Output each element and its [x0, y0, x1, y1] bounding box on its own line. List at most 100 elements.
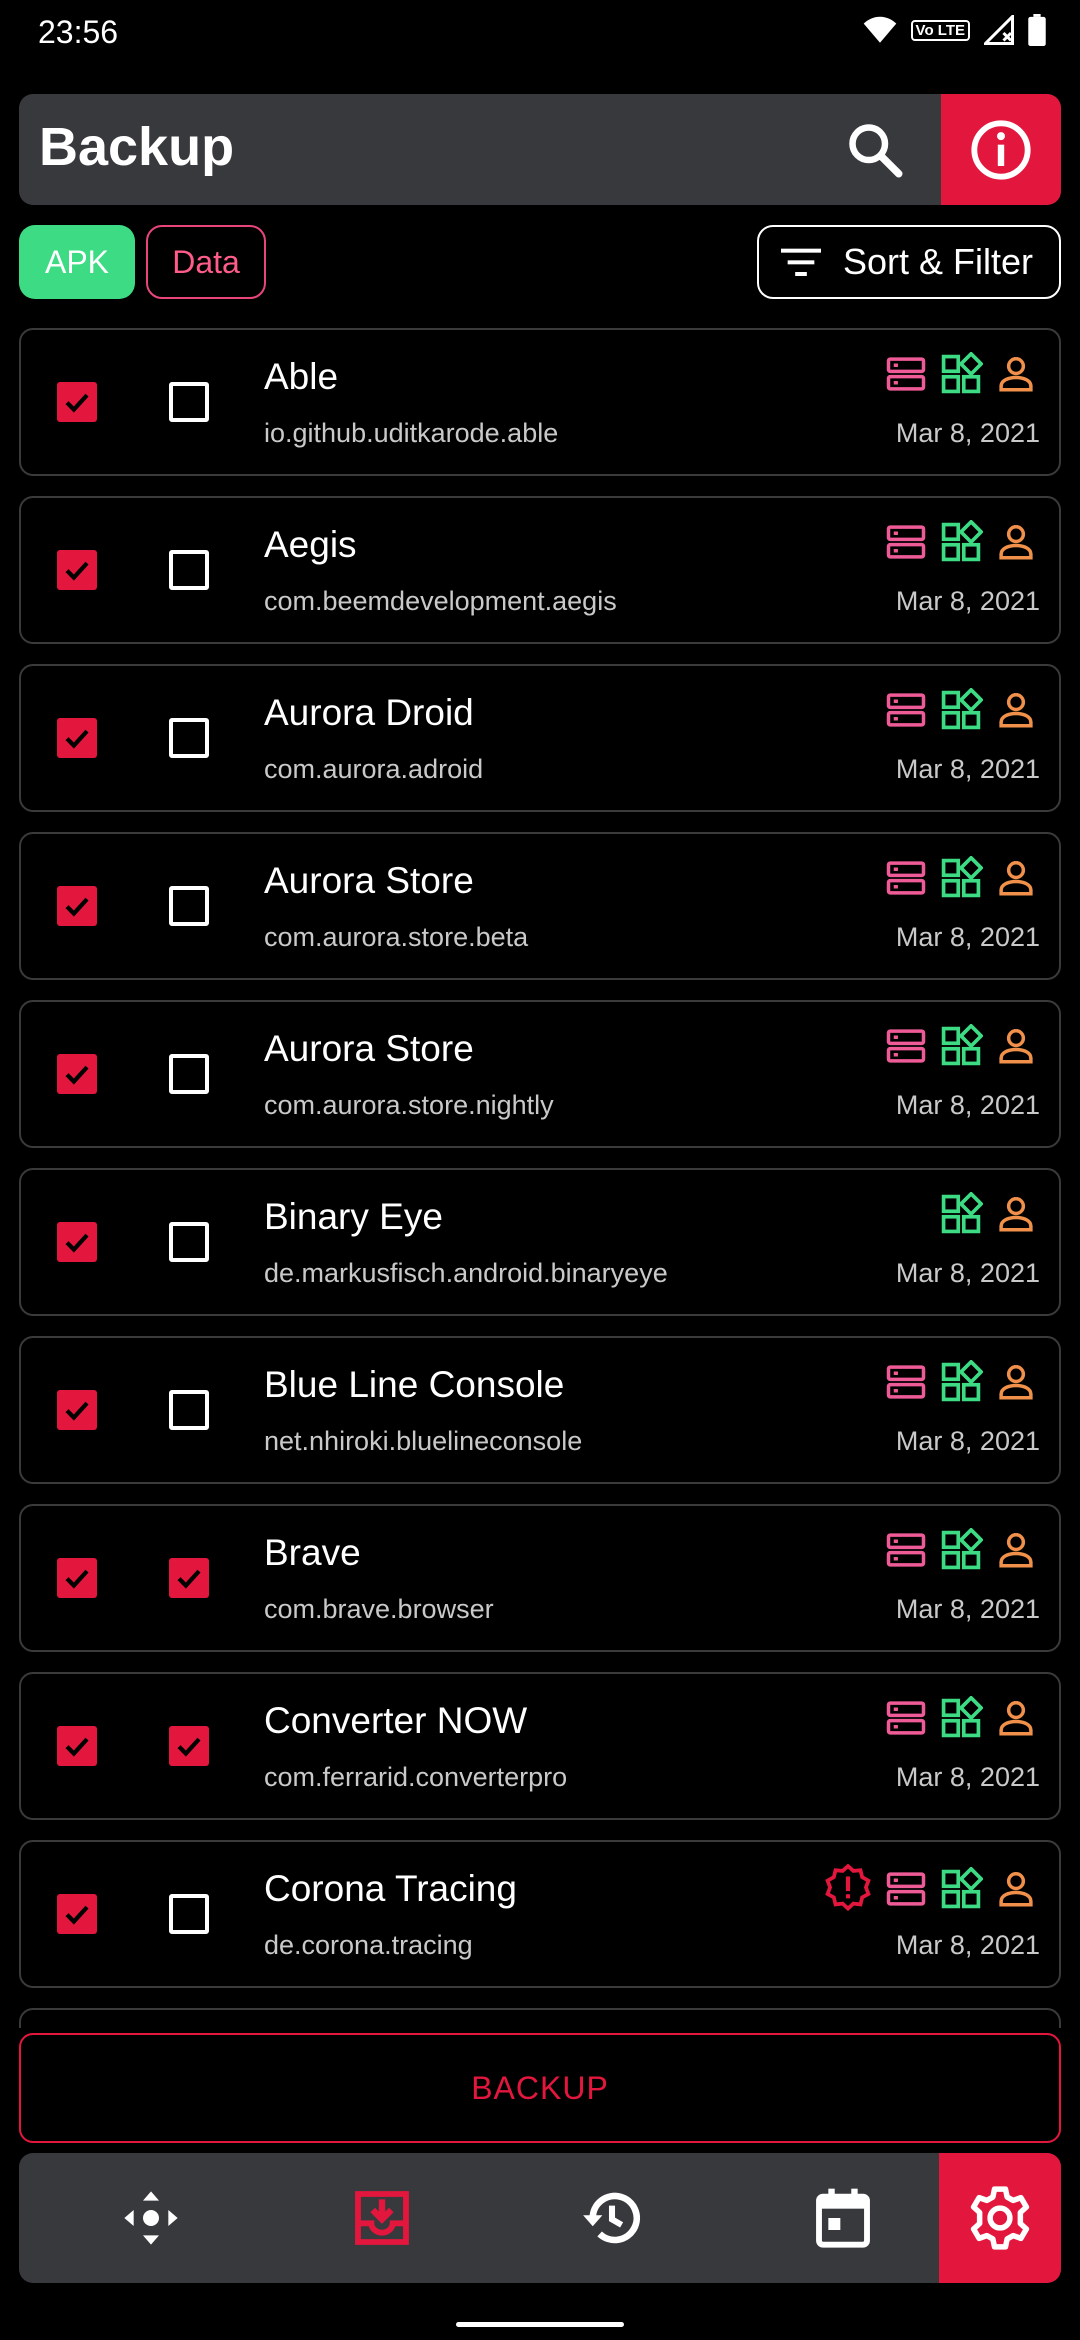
app-package: com.aurora.store.beta: [264, 922, 529, 952]
list-item[interactable]: Aurora Store com.aurora.store.nightly Ma…: [19, 1000, 1061, 1148]
apk-checkbox[interactable]: [57, 1558, 97, 1598]
widgets-icon: [941, 1192, 983, 1234]
widgets-icon: [941, 1696, 983, 1738]
data-checkbox[interactable]: [169, 382, 209, 422]
nav-backup[interactable]: [322, 2153, 442, 2283]
app-name: Aegis: [264, 524, 357, 565]
schedule-icon: [816, 2188, 870, 2248]
apk-checkbox[interactable]: [57, 886, 97, 926]
status-icons: Vo LTE: [863, 14, 1046, 46]
sort-filter-button[interactable]: Sort & Filter: [757, 225, 1061, 299]
list-item[interactable]: Converter NOW com.ferrarid.converterpro …: [19, 1672, 1061, 1820]
check-icon: [177, 1737, 201, 1757]
apk-checkbox[interactable]: [57, 718, 97, 758]
data-checkbox[interactable]: [169, 1726, 209, 1766]
app-date: Mar 8, 2021: [895, 1762, 1040, 1792]
nav-schedule[interactable]: [783, 2153, 903, 2283]
app-name: Able: [264, 356, 339, 397]
app-name: Blue Line Console: [264, 1364, 565, 1405]
apk-checkbox[interactable]: [57, 550, 97, 590]
apk-checkbox[interactable]: [57, 382, 97, 422]
backup-button[interactable]: BACKUP: [19, 2033, 1061, 2143]
filter-icon: [781, 248, 821, 276]
search-icon: [849, 124, 903, 178]
app-tag-icons: [885, 520, 1037, 564]
apk-checkbox[interactable]: [57, 1222, 97, 1262]
app-name: Aurora Droid: [264, 692, 474, 733]
data-checkbox[interactable]: [169, 1390, 209, 1430]
app-list[interactable]: Able io.github.uditkarode.able Mar 8, 20…: [19, 328, 1061, 2028]
app-name: Binary Eye: [264, 1196, 443, 1237]
list-item[interactable]: Aegis com.beemdevelopment.aegis Mar 8, 2…: [19, 496, 1061, 644]
storage-icon: [886, 1872, 926, 1906]
status-bar: 23:56 Vo LTE: [0, 0, 1080, 64]
warning-badge-icon: [825, 1864, 871, 1912]
widgets-icon: [941, 1867, 983, 1909]
apk-checkbox[interactable]: [57, 1054, 97, 1094]
app-name: Aurora Store: [264, 1028, 474, 1069]
app-tag-icons: [939, 1192, 1037, 1236]
app-tag-icons: [885, 1696, 1037, 1740]
apk-checkbox[interactable]: [57, 1726, 97, 1766]
nav-restore[interactable]: [552, 2153, 672, 2283]
apk-chip[interactable]: APK: [19, 225, 135, 299]
data-checkbox[interactable]: [169, 718, 209, 758]
list-item[interactable]: Aurora Store com.aurora.store.beta Mar 8…: [19, 832, 1061, 980]
battery-icon: [1028, 14, 1046, 46]
storage-icon: [886, 1365, 926, 1399]
list-item[interactable]: Able io.github.uditkarode.able Mar 8, 20…: [19, 328, 1061, 476]
storage-icon: [886, 525, 926, 559]
app-name: Corona Tracing: [264, 1868, 517, 1909]
data-checkbox[interactable]: [169, 1558, 209, 1598]
list-item[interactable]: Blue Line Console net.nhiroki.bluelineco…: [19, 1336, 1061, 1484]
app-date: Mar 8, 2021: [895, 1258, 1040, 1288]
widgets-icon: [941, 1024, 983, 1066]
search-button[interactable]: [839, 114, 911, 186]
info-button[interactable]: [941, 94, 1061, 205]
app-tag-icons: [885, 688, 1037, 732]
app-package: net.nhiroki.bluelineconsole: [264, 1426, 583, 1456]
check-icon: [65, 561, 89, 581]
list-item[interactable]: Corona Tracing de.corona.tracing Mar 8, …: [19, 1840, 1061, 1988]
settings-icon: [970, 2186, 1030, 2250]
data-chip[interactable]: Data: [146, 225, 266, 299]
app-date: Mar 8, 2021: [895, 1594, 1040, 1624]
check-icon: [65, 1065, 89, 1085]
nav-home[interactable]: [91, 2153, 211, 2283]
data-checkbox[interactable]: [169, 550, 209, 590]
nav-settings[interactable]: [939, 2153, 1061, 2283]
volte-icon: Vo LTE: [910, 19, 970, 41]
app-date: Mar 8, 2021: [895, 418, 1040, 448]
app-package: com.aurora.adroid: [264, 754, 484, 784]
check-icon: [177, 1569, 201, 1589]
user-icon: [999, 1872, 1033, 1907]
data-checkbox[interactable]: [169, 1054, 209, 1094]
app-tag-icons: [885, 352, 1037, 396]
app-tag-icons: [823, 1864, 1037, 1914]
apk-checkbox[interactable]: [57, 1390, 97, 1430]
app-date: Mar 8, 2021: [895, 922, 1040, 952]
app-name: Brave: [264, 1532, 361, 1573]
info-icon: [971, 119, 1031, 180]
list-item[interactable]: Binary Eye de.markusfisch.android.binary…: [19, 1168, 1061, 1316]
list-item[interactable]: Aurora Droid com.aurora.adroid Mar 8, 20…: [19, 664, 1061, 812]
check-icon: [65, 1737, 89, 1757]
app-package: io.github.uditkarode.able: [264, 418, 559, 448]
check-icon: [65, 897, 89, 917]
user-icon: [999, 357, 1033, 392]
data-checkbox[interactable]: [169, 1222, 209, 1262]
data-checkbox[interactable]: [169, 886, 209, 926]
app-name: Aurora Store: [264, 860, 474, 901]
check-icon: [65, 393, 89, 413]
storage-icon: [886, 1701, 926, 1735]
user-icon: [999, 1197, 1033, 1232]
signal-icon: [984, 15, 1014, 45]
app-header: Backup: [19, 94, 1061, 205]
app-date: Mar 8, 2021: [895, 1930, 1040, 1960]
apk-checkbox[interactable]: [57, 1894, 97, 1934]
data-checkbox[interactable]: [169, 1894, 209, 1934]
list-item[interactable]: Brave com.brave.browser Mar 8, 2021: [19, 1504, 1061, 1652]
list-item-partial[interactable]: [19, 2008, 1061, 2028]
home-gesture-bar[interactable]: [456, 2322, 624, 2327]
status-time: 23:56: [38, 14, 119, 50]
